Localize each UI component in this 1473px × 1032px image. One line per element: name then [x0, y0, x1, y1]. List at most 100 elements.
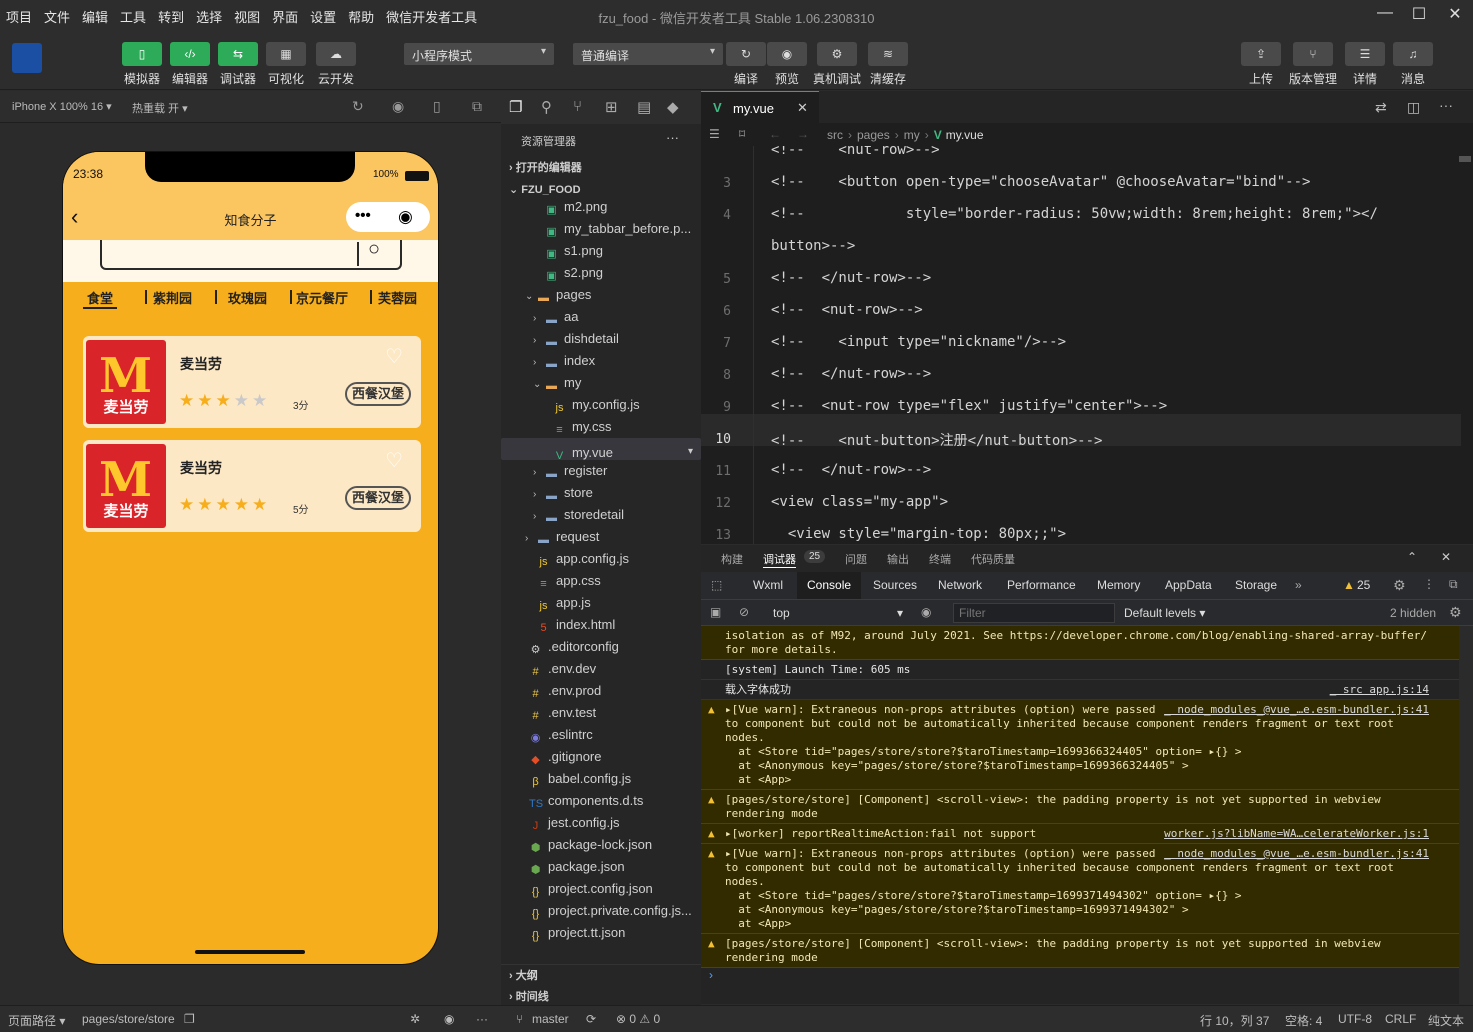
close-panel-icon[interactable]: ✕	[1441, 550, 1451, 564]
mode-select[interactable]: 小程序模式	[404, 43, 554, 65]
code-line[interactable]: <!-- </nut-row>-->	[771, 270, 931, 286]
back-arrow-icon[interactable]: ←	[769, 127, 781, 141]
heart-icon[interactable]: ♡	[385, 448, 403, 473]
open-editors-section[interactable]: › 打开的编辑器	[501, 157, 701, 179]
file-tree-item[interactable]: ⌄ ▬ pages	[501, 284, 701, 306]
file-tree-item[interactable]: ≡ my.css	[501, 416, 701, 438]
compile-select[interactable]: 普通编译	[573, 43, 723, 65]
console-prompt-icon[interactable]: ›	[709, 968, 713, 982]
kebab-icon[interactable]: ⋮	[1423, 577, 1435, 591]
breadcrumb-item[interactable]: src	[827, 128, 843, 142]
file-tree-item[interactable]: β babel.config.js	[501, 768, 701, 790]
file-tree-item[interactable]: js app.config.js	[501, 548, 701, 570]
code-line[interactable]: <!-- <nut-row>-->	[771, 146, 940, 158]
sync-icon[interactable]: ⟳	[586, 1012, 596, 1026]
breadcrumb-item[interactable]: my.vue	[946, 128, 984, 142]
refresh-icon[interactable]: ↻	[352, 98, 364, 115]
menu-item[interactable]: 项目	[0, 7, 38, 26]
detach-icon[interactable]: ⧉	[472, 98, 482, 115]
settings-icon[interactable]: ⚙	[1393, 577, 1406, 594]
docker-icon[interactable]: ◆	[667, 98, 679, 116]
panel-tab[interactable]: 构建	[721, 551, 743, 567]
panel-tab[interactable]: 调试器	[763, 551, 796, 568]
file-tree-item[interactable]: › ▬ register	[501, 460, 701, 482]
toolbar-button-4[interactable]: ☁	[316, 42, 356, 66]
devtools-tab[interactable]: Memory	[1097, 572, 1140, 599]
panel-tab[interactable]: 问题	[845, 551, 867, 567]
undock-icon[interactable]: ⧉	[1449, 577, 1458, 592]
code-line[interactable]: <!-- <input type="nickname"/>-->	[771, 334, 1066, 350]
category-tab[interactable]: 玫瑰园	[228, 288, 267, 307]
hotreload-toggle[interactable]: 热重载 开 ▾	[132, 100, 188, 116]
scrollbar-thumb[interactable]	[1459, 156, 1471, 162]
file-tree-item[interactable]: ▣ s2.png	[501, 262, 701, 284]
code-line[interactable]: <!-- </nut-row>-->	[771, 366, 931, 382]
devtools-tab[interactable]: Network	[938, 572, 982, 599]
code-line[interactable]: <!-- style="border-radius: 50vw;width: 8…	[771, 206, 1378, 222]
file-tree-item[interactable]: ⬢ package.json	[501, 856, 701, 878]
menu-item[interactable]: 设置	[304, 7, 342, 26]
panel-tab[interactable]: 输出	[887, 551, 909, 567]
category-tab[interactable]: 紫荆园	[153, 288, 192, 307]
heart-icon[interactable]: ♡	[385, 344, 403, 369]
code-editor[interactable]: <!-- <nut-row>--> 3 <!-- <button open-type…	[701, 146, 1473, 544]
code-line[interactable]: <view style="margin-top: 80px;;">	[771, 526, 1066, 542]
toolbar-right-button-2[interactable]: ☰	[1345, 42, 1385, 66]
close-tab-icon[interactable]: ✕	[797, 100, 808, 116]
encoding[interactable]: UTF-8	[1338, 1012, 1372, 1026]
source-link[interactable]: _ node_modules_@vue_…e.esm-bundler.js:41	[1164, 847, 1429, 861]
file-tree-item[interactable]: Vmy.vue	[501, 438, 701, 460]
outline-section[interactable]: › 大纲	[501, 964, 701, 986]
menu-item[interactable]: 转到	[152, 7, 190, 26]
source-link[interactable]: _ src app.js:14	[1330, 683, 1429, 697]
toolbar-mid-button-3[interactable]: ≋	[868, 42, 908, 66]
menu-item[interactable]: 工具	[114, 7, 152, 26]
tab-my-vue[interactable]: V my.vue ✕	[701, 91, 819, 124]
file-tree-item[interactable]: › ▬ dishdetail	[501, 328, 701, 350]
stop-icon[interactable]: ◉	[392, 98, 404, 115]
code-line[interactable]: <!-- <nut-button>注册</nut-button>-->	[771, 430, 1102, 450]
console-output[interactable]: isolation as of M92, around July 2021. S…	[701, 626, 1459, 1004]
search-icon[interactable]: ⚲	[541, 98, 552, 116]
file-tree-item[interactable]: # .env.test	[501, 702, 701, 724]
file-tree-item[interactable]: ⬢ package-lock.json	[501, 834, 701, 856]
breadcrumb-item[interactable]: my	[904, 128, 920, 142]
code-line[interactable]: <!-- <nut-row>-->	[771, 302, 923, 318]
problems-count[interactable]: ⊗ 0 ⚠ 0	[616, 1012, 660, 1026]
panel-tab[interactable]: 终端	[929, 551, 951, 567]
devtools-tab[interactable]: Console	[797, 572, 862, 599]
toolbar-mid-button-1[interactable]: ◉	[767, 42, 807, 66]
source-link[interactable]: _ node_modules_@vue_…e.esm-bundler.js:41	[1164, 703, 1429, 717]
more-icon[interactable]: ···	[476, 1012, 488, 1026]
bug-icon[interactable]: ✲	[410, 1012, 420, 1026]
category-tab[interactable]: 芙蓉园	[378, 288, 417, 307]
more-tabs-icon[interactable]: »	[1295, 578, 1302, 592]
git-branch[interactable]: master	[532, 1012, 569, 1026]
file-tree-item[interactable]: ≡ app.css	[501, 570, 701, 592]
store-card[interactable]: M 麦当劳 麦当劳 ★★★★★ 5分 ♡ 西餐汉堡	[83, 440, 421, 532]
code-line[interactable]: <!-- <button open-type="chooseAvatar" @c…	[771, 174, 1310, 190]
minimize-icon[interactable]: —	[1370, 4, 1400, 26]
forward-arrow-icon[interactable]: →	[797, 127, 809, 141]
devtools-tab[interactable]: Storage	[1235, 572, 1277, 599]
toolbar-button-2[interactable]: ⇆	[218, 42, 258, 66]
file-tree-item[interactable]: 5 index.html	[501, 614, 701, 636]
filter-input[interactable]	[953, 603, 1115, 623]
menu-item[interactable]: 编辑	[76, 7, 114, 26]
toolbar-button-3[interactable]: ▦	[266, 42, 306, 66]
phone-icon[interactable]: ▯	[433, 98, 441, 115]
compare-icon[interactable]: ⇄	[1375, 99, 1387, 116]
toolbar-mid-button-0[interactable]: ↻	[726, 42, 766, 66]
devtools-tab[interactable]: Wxml	[753, 572, 783, 599]
more-icon[interactable]: •••	[355, 207, 371, 224]
file-tree-item[interactable]: ⚙ .editorconfig	[501, 636, 701, 658]
split-editor-icon[interactable]: ◫	[1407, 99, 1420, 116]
devtools-tab[interactable]: Performance	[1007, 572, 1076, 599]
file-tree-item[interactable]: {} project.private.config.js...	[501, 900, 701, 922]
copy-icon[interactable]: ❐	[184, 1012, 195, 1026]
toolbar-mid-button-2[interactable]: ⚙	[817, 42, 857, 66]
menu-item[interactable]: 文件	[38, 7, 76, 26]
breadcrumb-item[interactable]: pages	[857, 128, 890, 142]
toolbar-right-button-0[interactable]: ⇪	[1241, 42, 1281, 66]
preview-eye-icon[interactable]: ◉	[444, 1012, 454, 1026]
